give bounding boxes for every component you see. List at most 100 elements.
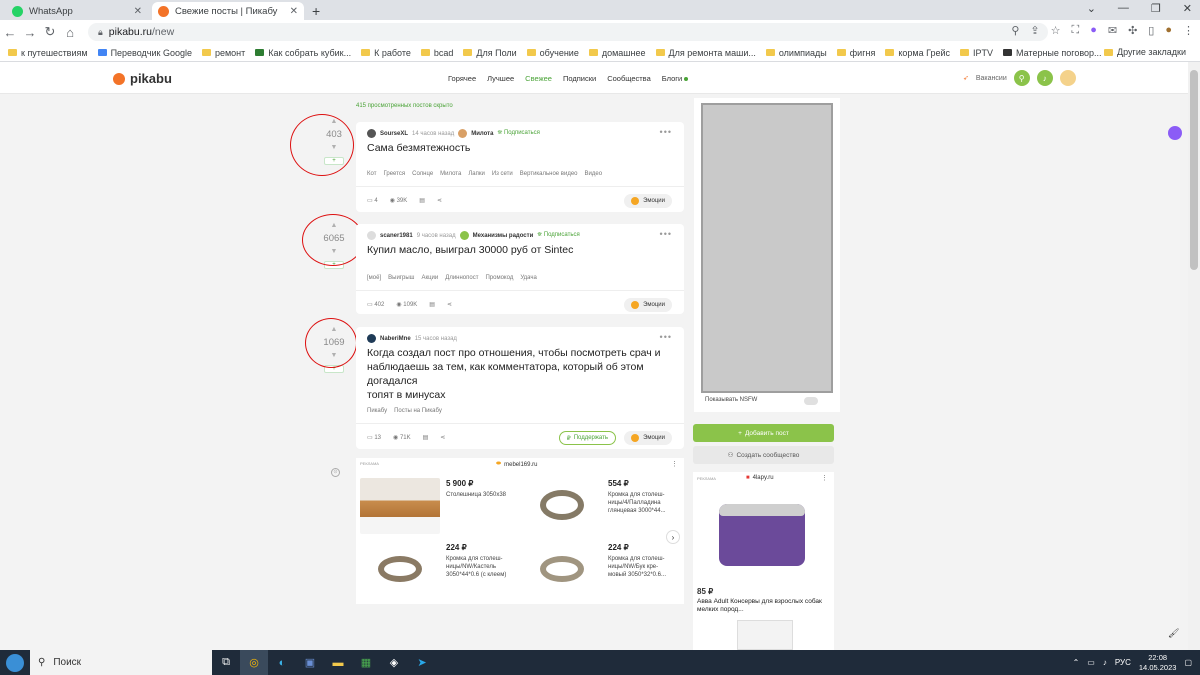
explorer-icon[interactable]: ▬ [324,650,352,675]
back-icon[interactable]: ← [0,25,20,40]
comments-count[interactable]: ▭ 13 [367,434,381,441]
tag[interactable]: [моё] [367,275,381,281]
more-icon[interactable]: ⋮ [821,474,828,482]
tag[interactable]: Вертикальное видео [520,171,578,177]
star-icon[interactable]: ☆ [1051,24,1061,37]
bookmark-item[interactable]: домашнее [588,48,646,58]
bookmark-item[interactable]: Для Поли [463,48,517,58]
ad-product[interactable]: 224 ₽ Кромка для столеш- ницы/NW/Бук кре… [518,540,678,602]
tab-whatsapp[interactable]: WhatsApp ✕ [6,2,148,20]
share-icon[interactable]: ⇪ [1030,24,1039,37]
vacancies-link[interactable]: Вакансии [976,75,1007,82]
excel-icon[interactable]: ▦ [352,650,380,675]
tag[interactable]: Акции [421,275,438,281]
address-bar[interactable]: 🔒︎ pikabu.ru/new [88,23,1048,41]
tag[interactable]: Кот [367,171,376,177]
bookmark-item[interactable]: ремонт [201,48,245,58]
tag[interactable]: Милота [440,171,461,177]
network-icon[interactable]: ▭ [1087,658,1095,667]
bookmark-item[interactable]: фигня [836,48,875,58]
community-avatar[interactable] [459,231,469,240]
nsfw-toggle[interactable] [804,397,818,405]
author-name[interactable]: NaberiMne [380,336,411,342]
bell-icon[interactable]: ♪ [1036,70,1053,86]
task-view-icon[interactable]: ⧉ [212,650,240,675]
volume-icon[interactable]: ♪ [1103,658,1107,667]
tag[interactable]: Солнце [412,171,433,177]
author-avatar[interactable] [367,129,376,138]
tag[interactable]: Выигрыш [388,275,414,281]
restore-icon[interactable]: ❐ [1151,2,1161,15]
close-icon[interactable]: ✕ [290,6,298,17]
notification-icon[interactable]: ▢ [1184,658,1192,667]
nav-communities[interactable]: Сообщества [607,74,651,83]
chevron-up-icon[interactable]: ⌃ [1073,658,1080,667]
nav-blogs[interactable]: Блоги [662,74,689,83]
save-icon[interactable]: ▤ [423,434,429,441]
nav-new[interactable]: Свежее [525,74,552,83]
ad-site[interactable]: ⬬ mebel169.ru [496,461,537,468]
emotions-button[interactable]: Эмоции [624,431,672,445]
start-button[interactable] [0,650,30,675]
search-icon[interactable]: ⚲ [1011,24,1019,37]
settings-circle-icon[interactable]: ⊙ [331,468,340,477]
close-window-icon[interactable]: ✕ [1183,2,1192,15]
tag[interactable]: Посты на Пикабу [394,408,442,414]
ad-product[interactable]: 224 ₽ Кромка для столеш- ницы/NW/Кастель… [356,540,516,602]
chrome-icon[interactable]: ◎ [240,650,268,675]
post-title[interactable]: Купил масло, выиграл 30000 руб от Sintec [367,243,573,257]
create-community-button[interactable]: ⚇ Создать сообщество [693,446,834,464]
support-button[interactable]: ₽ Поддержать [558,431,616,445]
save-icon[interactable]: ▤ [429,301,435,308]
ad-product[interactable]: 5 900 ₽ Столешница 3050x38 [356,476,516,538]
tag[interactable]: Пикабу [367,408,387,414]
language-indicator[interactable]: РУС [1115,658,1131,667]
save-disk-icon[interactable]: ▣ [296,650,324,675]
subscribe-link[interactable]: ⛯ Подписаться [537,232,579,239]
bookmark-item[interactable]: Для ремонта маши... [655,48,756,58]
forward-icon[interactable]: → [20,25,40,40]
comments-count[interactable]: ▭ 4 [367,197,378,204]
close-icon[interactable]: ✕ [134,6,142,17]
bookmark-item[interactable]: IPTV [960,48,993,58]
avatar[interactable] [1059,70,1076,86]
chevron-right-icon[interactable]: › [666,530,680,544]
nav-best[interactable]: Лучшее [487,74,514,83]
author-avatar[interactable] [367,334,376,343]
post-title[interactable]: Сама безмятежность [367,141,470,155]
nav-hot[interactable]: Горячее [448,74,476,83]
subscribe-link[interactable]: ⛯ Подписаться [497,130,539,137]
screenshot-icon[interactable]: ⛶ [1071,24,1079,37]
new-tab-icon[interactable]: + [312,3,320,19]
emotions-button[interactable]: Эмоции [624,298,672,312]
community-name[interactable]: Милота [471,131,493,137]
more-icon[interactable]: ••• [660,332,672,342]
tab-pikabu[interactable]: Свежие посты | Пикабу ✕ [152,2,304,20]
ad-product[interactable]: 554 ₽ Кромка для столеш- ницы/4/Палладин… [518,476,678,538]
mail-icon[interactable]: ✉ [1108,24,1117,37]
share-icon[interactable]: ⋖ [447,301,452,308]
taskbar-search[interactable]: ⚲ Поиск [30,650,212,675]
comments-count[interactable]: ▭ 402 [367,301,384,308]
share-icon[interactable]: ⋖ [440,434,445,441]
more-icon[interactable]: ••• [660,229,672,239]
nav-subscriptions[interactable]: Подписки [563,74,596,83]
chevron-down-icon[interactable]: ⌄ [1087,2,1096,15]
sidepanel-icon[interactable]: ▯ [1148,24,1154,37]
more-icon[interactable]: ••• [660,127,672,137]
tag[interactable]: Длиннопост [445,275,478,281]
author-name[interactable]: SourseXL [380,131,408,137]
add-post-button[interactable]: + Добавить пост [693,424,834,442]
author-name[interactable]: scaner1981 [380,233,413,239]
sidebar-ad[interactable]: РЕКЛАМА ■ 4lapy.ru ⋮ 85 ₽ Авва Adult Конс… [693,472,834,650]
bookmark-item[interactable]: bcad [420,48,453,58]
more-icon[interactable]: ⋮ [671,460,678,468]
bookmark-item[interactable]: К работе [361,48,411,58]
edge-icon[interactable]: ◐ [268,650,296,675]
puzzle-icon[interactable]: ✣ [1128,24,1137,37]
pikabu-logo[interactable]: pikabu [113,71,172,86]
bookmark-item[interactable]: к путешествиям [8,48,88,58]
community-name[interactable]: Механизмы радости [473,233,534,239]
paint-icon[interactable]: 🖌︎ [1168,628,1179,639]
app-icon[interactable]: ◈ [380,650,408,675]
